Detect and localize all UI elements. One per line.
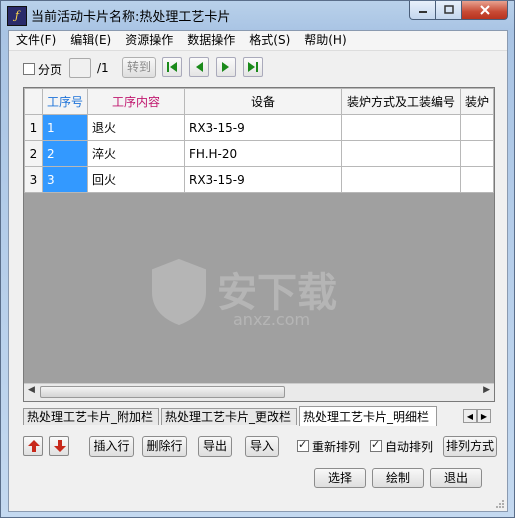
arrow-down-icon: [54, 440, 66, 452]
scroll-right-icon[interactable]: ▶: [483, 385, 490, 395]
first-page-icon: [167, 62, 177, 72]
row-number[interactable]: 3: [24, 166, 43, 193]
row-number[interactable]: 1: [24, 114, 43, 141]
col-header-loading2[interactable]: 装炉: [459, 88, 494, 115]
draw-button[interactable]: 绘制: [372, 468, 424, 488]
cell-loading[interactable]: [340, 140, 461, 167]
app-window: ƒ 当前活动卡片名称:热处理工艺卡片 文件(F) 编辑(E) 资源操作 数据操作…: [0, 0, 515, 518]
cell-loading[interactable]: [340, 166, 461, 193]
prev-page-button[interactable]: [189, 57, 209, 77]
resort-label: 重新排列: [312, 440, 361, 454]
move-down-button[interactable]: [49, 436, 69, 456]
resize-grip-icon[interactable]: [495, 499, 505, 509]
table-row[interactable]: 2 2 淬火 FH.H-20: [24, 140, 494, 167]
cell-seq[interactable]: 3: [41, 166, 89, 193]
table-row[interactable]: 1 1 退火 RX3-15-9: [24, 114, 494, 141]
menu-data[interactable]: 数据操作: [180, 31, 242, 50]
minimize-button[interactable]: [409, 1, 436, 20]
menu-help[interactable]: 帮助(H): [297, 31, 353, 50]
sheet-tabs: 热处理工艺卡片_附加栏 热处理工艺卡片_更改栏 热处理工艺卡片_明细栏 ◀ ▶: [23, 406, 495, 426]
menu-edit[interactable]: 编辑(E): [63, 31, 118, 50]
cell-equipment[interactable]: RX3-15-9: [183, 114, 342, 141]
last-page-button[interactable]: [243, 57, 263, 77]
tab-attachment[interactable]: 热处理工艺卡片_附加栏: [23, 408, 159, 425]
delete-row-button[interactable]: 删除行: [142, 436, 187, 457]
insert-row-button[interactable]: 插入行: [89, 436, 134, 457]
page-total: /1: [97, 61, 109, 75]
exit-button[interactable]: 退出: [430, 468, 482, 488]
paging-checkbox[interactable]: [23, 63, 35, 75]
cell-loading2[interactable]: [459, 140, 494, 167]
cell-loading[interactable]: [340, 114, 461, 141]
cell-content[interactable]: 淬火: [87, 140, 185, 167]
export-button[interactable]: 导出: [198, 436, 232, 457]
col-header-loading[interactable]: 装炉方式及工装编号: [340, 88, 461, 115]
menu-format[interactable]: 格式(S): [242, 31, 297, 50]
row-number[interactable]: 2: [24, 140, 43, 167]
resort-checkbox[interactable]: [297, 438, 309, 452]
cell-equipment[interactable]: RX3-15-9: [183, 166, 342, 193]
minimize-icon: [418, 11, 427, 13]
cell-equipment[interactable]: FH.H-20: [183, 140, 342, 167]
tab-changes[interactable]: 热处理工艺卡片_更改栏: [161, 408, 297, 425]
menu-resource[interactable]: 资源操作: [118, 31, 180, 50]
grid-table: 工序号 工序内容 设备 装炉方式及工装编号 装炉 1 1 退火 RX3-15-9…: [24, 88, 494, 193]
import-button[interactable]: 导入: [245, 436, 279, 457]
cell-loading2[interactable]: [459, 166, 494, 193]
cell-seq[interactable]: 2: [41, 140, 89, 167]
autosort-checkbox[interactable]: [370, 438, 382, 452]
next-page-icon: [222, 62, 229, 72]
paging-label: 分页: [38, 63, 63, 77]
autosort-label: 自动排列: [385, 440, 434, 454]
move-up-button[interactable]: [23, 436, 43, 456]
last-page-icon: [248, 62, 258, 72]
col-header-content[interactable]: 工序内容: [87, 88, 185, 115]
tab-details[interactable]: 热处理工艺卡片_明细栏: [299, 406, 437, 426]
scroll-thumb[interactable]: [40, 386, 285, 398]
cell-content[interactable]: 回火: [87, 166, 185, 193]
cell-content[interactable]: 退火: [87, 114, 185, 141]
col-header-equipment[interactable]: 设备: [183, 88, 342, 115]
scroll-left-icon[interactable]: ◀: [28, 385, 35, 395]
arrow-up-icon: [28, 440, 40, 452]
window-controls: [409, 1, 508, 21]
horizontal-scrollbar[interactable]: ◀ ▶: [24, 383, 494, 401]
goto-button[interactable]: 转到: [122, 57, 156, 78]
page-number-input[interactable]: [69, 58, 91, 78]
watermark-subtext: anxz.com: [233, 310, 311, 329]
menu-bar: 文件(F) 编辑(E) 资源操作 数据操作 格式(S) 帮助(H): [9, 31, 507, 51]
first-page-button[interactable]: [162, 57, 182, 77]
cell-seq[interactable]: 1: [41, 114, 89, 141]
title-bar[interactable]: ƒ 当前活动卡片名称:热处理工艺卡片: [1, 1, 514, 29]
table-row[interactable]: 3 3 回火 RX3-15-9: [24, 166, 494, 193]
next-page-button[interactable]: [216, 57, 236, 77]
shield-icon: [152, 258, 206, 326]
grid-corner[interactable]: [24, 88, 43, 115]
select-button[interactable]: 选择: [314, 468, 366, 488]
toolbar: 分页 /1 转到: [9, 51, 507, 85]
data-grid: 工序号 工序内容 设备 装炉方式及工装编号 装炉 1 1 退火 RX3-15-9…: [23, 87, 495, 402]
grid-header-row: 工序号 工序内容 设备 装炉方式及工装编号 装炉: [24, 88, 494, 115]
close-button[interactable]: [462, 1, 508, 20]
cell-loading2[interactable]: [459, 114, 494, 141]
col-header-seq[interactable]: 工序号: [41, 88, 89, 115]
maximize-icon: [443, 5, 454, 14]
sort-mode-button[interactable]: 排列方式: [443, 436, 497, 457]
menu-file[interactable]: 文件(F): [9, 31, 63, 50]
tab-scroll-right-icon[interactable]: ▶: [477, 409, 491, 423]
close-icon: [479, 5, 490, 15]
maximize-button[interactable]: [436, 1, 462, 20]
app-logo-icon[interactable]: ƒ: [7, 6, 27, 26]
tab-scroll-left-icon[interactable]: ◀: [463, 409, 477, 423]
client-area: 文件(F) 编辑(E) 资源操作 数据操作 格式(S) 帮助(H) 分页 /1 …: [8, 30, 508, 512]
prev-page-icon: [196, 62, 203, 72]
window-title: 当前活动卡片名称:热处理工艺卡片: [31, 10, 231, 25]
